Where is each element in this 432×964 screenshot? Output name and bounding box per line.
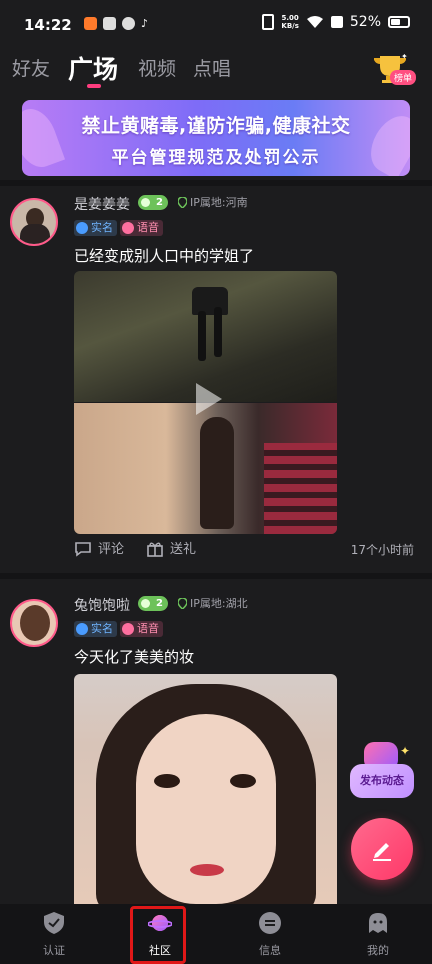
voice-tag-label: 语音 (137, 221, 159, 234)
post-text: 今天化了美美的妆 (74, 648, 195, 666)
net-speed: 5.00 KB/s (281, 14, 298, 30)
wifi-icon (306, 16, 323, 28)
post-photo (74, 674, 337, 904)
avatar[interactable] (10, 599, 58, 647)
status-right: 5.00 KB/s 52% (262, 14, 410, 30)
nav-messages[interactable]: 信息 (230, 904, 310, 964)
tiktok-icon: ♪ (141, 17, 149, 30)
location-pin-icon (178, 598, 187, 609)
tab-friends[interactable]: 好友 (12, 54, 50, 81)
ip-location-text: IP属地:河南 (190, 196, 248, 209)
rank-button[interactable]: ✦ 榜单 (370, 52, 418, 88)
flower-icon (122, 623, 134, 635)
verified-icon (76, 623, 88, 635)
nav-profile[interactable]: 我的 (338, 904, 418, 964)
voice-tag: 语音 (120, 220, 163, 236)
voice-tag: 语音 (120, 621, 163, 637)
notice-banner[interactable]: 禁止黄赌毒,谨防诈骗,健康社交 平台管理规范及处罚公示 (22, 100, 410, 176)
app-notification-icon (122, 17, 135, 30)
sparkle-icon: ✦ (400, 744, 411, 758)
publish-post-button[interactable]: ✦ 发布动态 (350, 742, 416, 800)
tab-indicator (87, 84, 101, 88)
ip-location: IP属地:河南 (176, 195, 248, 210)
gift-button[interactable]: 送礼 (146, 540, 196, 560)
nav-verify[interactable]: 认证 (14, 904, 94, 964)
nav-label: 信息 (259, 944, 281, 957)
post-actions: 评论 送礼 17个小时前 (74, 540, 414, 560)
post-text: 已经变成别人口中的学姐了 (74, 247, 255, 265)
tab-square[interactable]: 广场 (68, 50, 118, 86)
post-image[interactable] (74, 674, 337, 904)
bottom-nav: 认证 社区 信息 我的 (0, 904, 432, 964)
battery-percent: 52% (349, 14, 381, 30)
app-notification-icon (103, 17, 116, 30)
username[interactable]: 兔饱饱啦 (74, 595, 130, 615)
verified-icon (76, 222, 88, 234)
status-app-icons: ♪ (84, 17, 148, 30)
gift-icon (147, 542, 163, 557)
voice-tag-label: 语音 (137, 622, 159, 635)
location-pin-icon (178, 197, 187, 208)
post-time: 17个小时前 (350, 543, 414, 557)
post-video[interactable] (74, 271, 337, 534)
banner-headline: 禁止黄赌毒,谨防诈骗,健康社交 (81, 115, 351, 137)
comment-button[interactable]: 评论 (74, 540, 124, 560)
comment-icon (75, 542, 91, 557)
real-name-tag: 实名 (74, 621, 117, 637)
compose-button[interactable] (351, 818, 413, 880)
ip-location: IP属地:湖北 (176, 596, 248, 611)
pencil-icon (373, 843, 391, 861)
tab-video[interactable]: 视频 (138, 54, 176, 81)
app-notification-icon (84, 17, 97, 30)
real-name-tag: 实名 (74, 220, 117, 236)
avatar[interactable] (10, 198, 58, 246)
tab-song-request[interactable]: 点唱 (193, 54, 231, 81)
message-icon (259, 912, 281, 934)
video-frame-bottom (74, 403, 337, 534)
highlight-box (130, 906, 186, 964)
net-speed-unit: KB/s (281, 22, 299, 30)
real-name-tag-label: 实名 (91, 622, 113, 635)
gift-label: 送礼 (170, 542, 197, 557)
sim-icon (330, 16, 343, 28)
username[interactable]: 是姜姜姜 (74, 194, 130, 214)
battery-icon (388, 16, 410, 28)
status-bar: 14:22 ♪ 5.00 KB/s 52% (0, 0, 432, 50)
top-tabs: 好友 广场 视频 点唱 (0, 50, 432, 94)
play-icon[interactable] (186, 379, 226, 419)
nav-label: 认证 (43, 944, 65, 957)
level-badge: 2 (138, 596, 168, 611)
ghost-profile-icon (369, 913, 387, 933)
real-name-tag-label: 实名 (91, 221, 113, 234)
level-badge: 2 (138, 195, 168, 210)
publish-label: 发布动态 (350, 764, 414, 798)
shield-check-icon (44, 912, 64, 934)
status-time: 14:22 (24, 16, 72, 34)
banner-subline: 平台管理规范及处罚公示 (111, 148, 321, 168)
comment-label: 评论 (98, 542, 125, 557)
net-speed-value: 5.00 (281, 14, 299, 22)
svg-text:✦: ✦ (401, 54, 408, 61)
post-card: 是姜姜姜 2 IP属地:河南 实名 语音 已经变成别人口中的学姐了 评论 送礼 … (0, 186, 432, 571)
vibrate-icon (262, 14, 275, 30)
rank-label: 榜单 (390, 70, 417, 85)
nav-label: 我的 (367, 944, 389, 957)
ip-location-text: IP属地:湖北 (190, 597, 248, 610)
flower-icon (122, 222, 134, 234)
